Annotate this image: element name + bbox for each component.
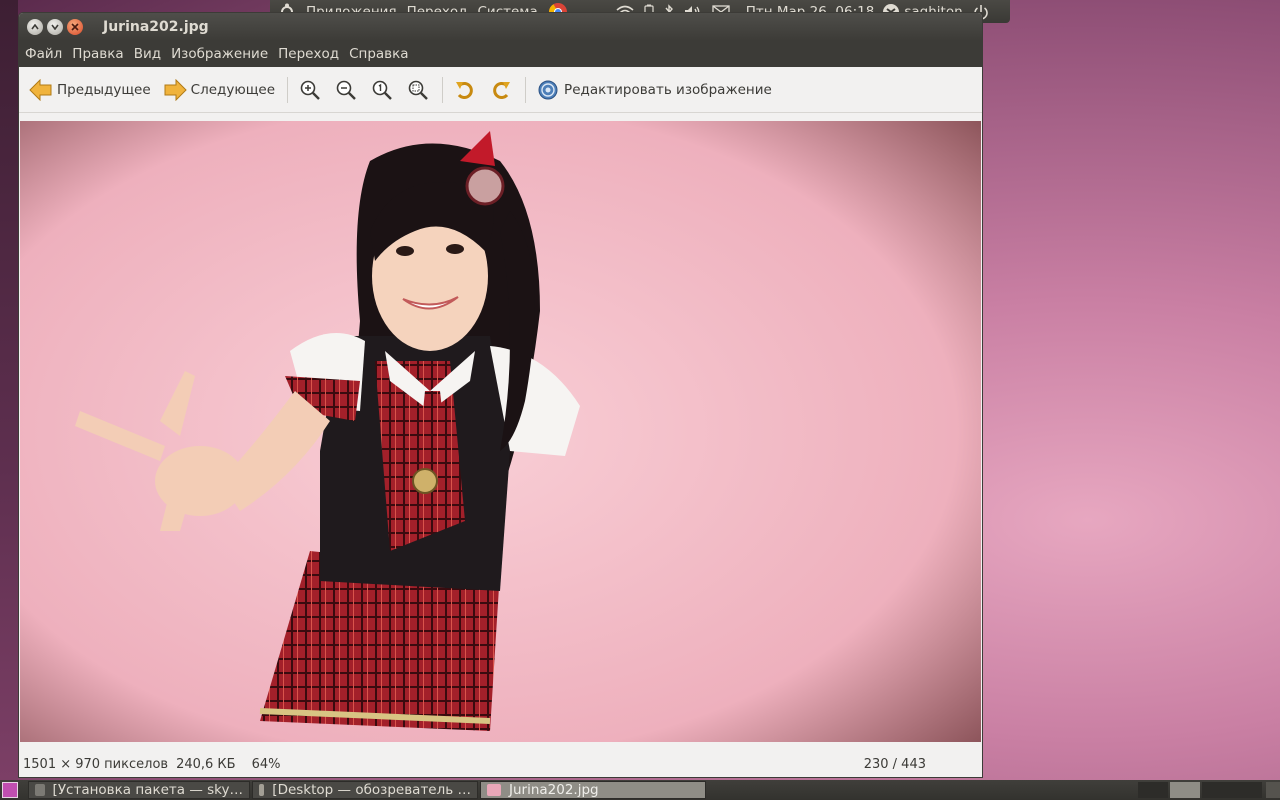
taskbar-item-label: [Установка пакета — sky… [52,782,243,798]
edit-image-icon [536,78,560,102]
menu-help[interactable]: Справка [349,46,408,62]
status-bar: 1501 × 970 пикселов 240,6 КБ 64% 230 / 4… [19,751,982,777]
window-title: Jurina202.jpg [103,19,209,35]
toolbar-separator [525,76,527,103]
image-viewer-window: Jurina202.jpg Файл Правка Вид Изображени… [18,12,983,778]
status-zoom: 64% [251,756,281,772]
zoom-in-icon[interactable] [298,78,322,102]
taskbar-item-package-install[interactable]: [Установка пакета — sky… [28,781,250,799]
next-button[interactable]: Следующее [163,78,275,102]
zoom-out-icon[interactable] [334,78,358,102]
workspace-switcher-2[interactable] [1170,782,1200,798]
show-desktop-icon[interactable] [2,782,18,798]
zoom-normal-icon[interactable] [370,78,394,102]
trash-icon[interactable] [1266,782,1280,798]
previous-button[interactable]: Предыдущее [29,78,151,102]
taskbar-item-image-viewer[interactable]: Jurina202.jpg [480,781,706,799]
edit-image-label: Редактировать изображение [564,81,772,98]
menu-edit[interactable]: Правка [72,46,123,62]
toolbar-separator [442,76,444,103]
workspace-switcher-1[interactable] [1138,782,1168,798]
desktop-background [0,0,18,780]
maximize-button[interactable] [27,19,43,35]
menu-go[interactable]: Переход [278,46,339,62]
arrow-left-icon [29,78,53,102]
photo-image [20,121,981,742]
zoom-fit-icon[interactable] [406,78,430,102]
taskbar-item-label: Jurina202.jpg [509,782,599,798]
package-icon [35,784,45,796]
taskbar-item-file-browser[interactable]: [Desktop — обозреватель … [252,781,478,799]
status-dimensions: 1501 × 970 пикселов [23,756,169,772]
menu-file[interactable]: Файл [25,46,62,62]
toolbar-separator [287,76,289,103]
workspace-switcher-3[interactable] [1202,782,1262,798]
edit-image-button[interactable]: Редактировать изображение [536,78,772,102]
close-button[interactable] [67,19,83,35]
image-icon [487,784,501,796]
rotate-left-icon[interactable] [453,78,477,102]
next-label: Следующее [190,81,276,98]
image-canvas[interactable] [20,121,981,742]
taskbar-item-label: [Desktop — обозреватель … [272,782,471,798]
folder-icon [259,784,265,796]
status-filesize: 240,6 КБ [176,756,236,772]
menu-image[interactable]: Изображение [171,46,268,62]
menu-bar: Файл Правка Вид Изображение Переход Спра… [19,41,982,67]
minimize-button[interactable] [47,19,63,35]
menu-view[interactable]: Вид [134,46,161,62]
toolbar: Предыдущее Следующее Редактировать изобр… [19,67,982,113]
bottom-panel: [Установка пакета — sky… [Desktop — обоз… [0,780,1280,800]
status-position: 230 / 443 [863,756,926,772]
rotate-right-icon[interactable] [489,78,513,102]
previous-label: Предыдущее [57,81,151,98]
arrow-right-icon [163,78,187,102]
window-titlebar[interactable]: Jurina202.jpg [19,13,982,41]
